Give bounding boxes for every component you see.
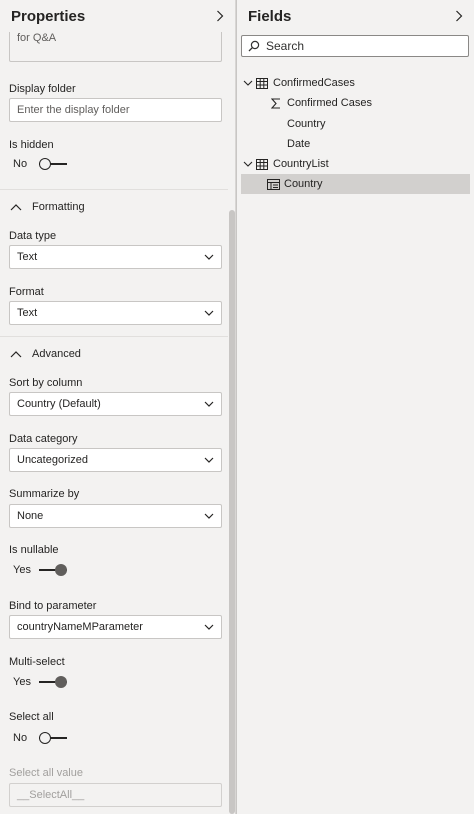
formatting-section-title: Formatting bbox=[32, 200, 85, 213]
bind-to-parameter-dropdown[interactable]: countryNameMParameter bbox=[9, 615, 222, 639]
table-name: CountryList bbox=[273, 158, 329, 170]
format-dropdown[interactable]: Text bbox=[9, 301, 222, 325]
select-all-value: No bbox=[13, 732, 28, 744]
is-hidden-label: Is hidden bbox=[9, 139, 54, 151]
data-category-label: Data category bbox=[9, 433, 78, 445]
sort-by-column-dropdown[interactable]: Country (Default) bbox=[9, 392, 222, 416]
is-hidden-toggle[interactable] bbox=[39, 158, 67, 170]
multi-select-toggle-row: Yes bbox=[13, 673, 67, 691]
sort-by-column-value: Country (Default) bbox=[17, 398, 101, 410]
bind-to-parameter-value: countryNameMParameter bbox=[17, 621, 143, 633]
advanced-section-title: Advanced bbox=[32, 347, 81, 360]
chevron-down-icon bbox=[204, 455, 214, 465]
select-all-value-label: Select all value bbox=[9, 767, 83, 779]
display-folder-input[interactable]: Enter the display folder bbox=[9, 98, 222, 122]
is-hidden-value: No bbox=[13, 158, 28, 170]
sigma-icon bbox=[270, 97, 282, 109]
is-hidden-toggle-row: No bbox=[13, 155, 67, 173]
bind-to-parameter-label: Bind to parameter bbox=[9, 600, 97, 612]
fields-pane: Fields Search ConfirmedCases Confirmed C… bbox=[237, 0, 474, 814]
properties-header: Properties bbox=[0, 0, 235, 32]
field-name: Country bbox=[287, 118, 326, 130]
data-category-dropdown[interactable]: Uncategorized bbox=[9, 448, 222, 472]
fields-header: Fields bbox=[237, 0, 474, 32]
qa-synonyms-field[interactable]: for Q&A bbox=[9, 32, 222, 62]
data-category-value: Uncategorized bbox=[17, 454, 88, 466]
select-all-label: Select all bbox=[9, 711, 54, 723]
table-row-confirmedcases[interactable]: ConfirmedCases bbox=[241, 73, 470, 93]
data-type-value: Text bbox=[17, 251, 38, 263]
field-row-country-selected[interactable]: Country bbox=[241, 174, 470, 194]
properties-scroll-area[interactable]: for Q&A Display folder Enter the display… bbox=[0, 32, 228, 814]
field-row-country[interactable]: Country bbox=[241, 114, 470, 134]
select-all-value-text: __SelectAll__ bbox=[17, 789, 85, 801]
fields-search-input[interactable]: Search bbox=[241, 35, 469, 57]
chevron-up-icon bbox=[10, 201, 22, 213]
is-nullable-value: Yes bbox=[13, 564, 31, 576]
chevron-down-icon[interactable] bbox=[241, 77, 255, 89]
format-value: Text bbox=[17, 307, 38, 319]
field-row-date[interactable]: Date bbox=[241, 134, 470, 154]
chevron-up-icon bbox=[10, 348, 22, 360]
chevron-right-icon[interactable] bbox=[213, 9, 227, 23]
advanced-section-header[interactable]: Advanced bbox=[0, 336, 228, 370]
properties-scrollbar[interactable] bbox=[229, 210, 235, 814]
table-name: ConfirmedCases bbox=[273, 77, 355, 89]
search-icon bbox=[248, 40, 260, 52]
display-folder-label: Display folder bbox=[9, 83, 76, 95]
table-row-countrylist[interactable]: CountryList bbox=[241, 154, 470, 174]
field-name: Date bbox=[287, 138, 311, 150]
is-nullable-toggle-row: Yes bbox=[13, 561, 67, 579]
chevron-right-icon[interactable] bbox=[452, 9, 466, 23]
data-type-dropdown[interactable]: Text bbox=[9, 245, 222, 269]
field-name: Country bbox=[284, 178, 323, 190]
chevron-down-icon bbox=[204, 399, 214, 409]
data-type-label: Data type bbox=[9, 230, 57, 242]
field-row-confirmed-cases[interactable]: Confirmed Cases bbox=[241, 93, 470, 113]
summarize-by-value: None bbox=[17, 510, 44, 522]
search-placeholder: Search bbox=[266, 39, 305, 53]
fields-title: Fields bbox=[248, 7, 292, 25]
chevron-down-icon bbox=[204, 252, 214, 262]
formatting-section-header[interactable]: Formatting bbox=[0, 189, 228, 223]
multi-select-toggle[interactable] bbox=[39, 676, 67, 688]
table-icon bbox=[256, 77, 268, 89]
hierarchy-icon bbox=[267, 178, 280, 190]
is-nullable-label: Is nullable bbox=[9, 544, 59, 556]
chevron-down-icon bbox=[204, 511, 214, 521]
multi-select-label: Multi-select bbox=[9, 656, 65, 668]
multi-select-value: Yes bbox=[13, 676, 31, 688]
chevron-down-icon[interactable] bbox=[241, 158, 255, 170]
select-all-value-input: __SelectAll__ bbox=[9, 783, 222, 807]
qa-synonyms-text: for Q&A bbox=[17, 32, 57, 44]
properties-title: Properties bbox=[11, 7, 86, 25]
properties-pane: Properties for Q&A Display folder Enter … bbox=[0, 0, 236, 814]
select-all-toggle-row: No bbox=[13, 729, 67, 747]
is-nullable-toggle[interactable] bbox=[39, 564, 67, 576]
format-label: Format bbox=[9, 286, 44, 298]
summarize-by-label: Summarize by bbox=[9, 488, 80, 500]
chevron-down-icon bbox=[204, 308, 214, 318]
chevron-down-icon bbox=[204, 622, 214, 632]
select-all-toggle[interactable] bbox=[39, 732, 67, 744]
summarize-by-dropdown[interactable]: None bbox=[9, 504, 222, 528]
table-icon bbox=[256, 158, 268, 170]
display-folder-placeholder: Enter the display folder bbox=[17, 104, 130, 116]
sort-by-column-label: Sort by column bbox=[9, 377, 83, 389]
field-name: Confirmed Cases bbox=[287, 97, 372, 109]
